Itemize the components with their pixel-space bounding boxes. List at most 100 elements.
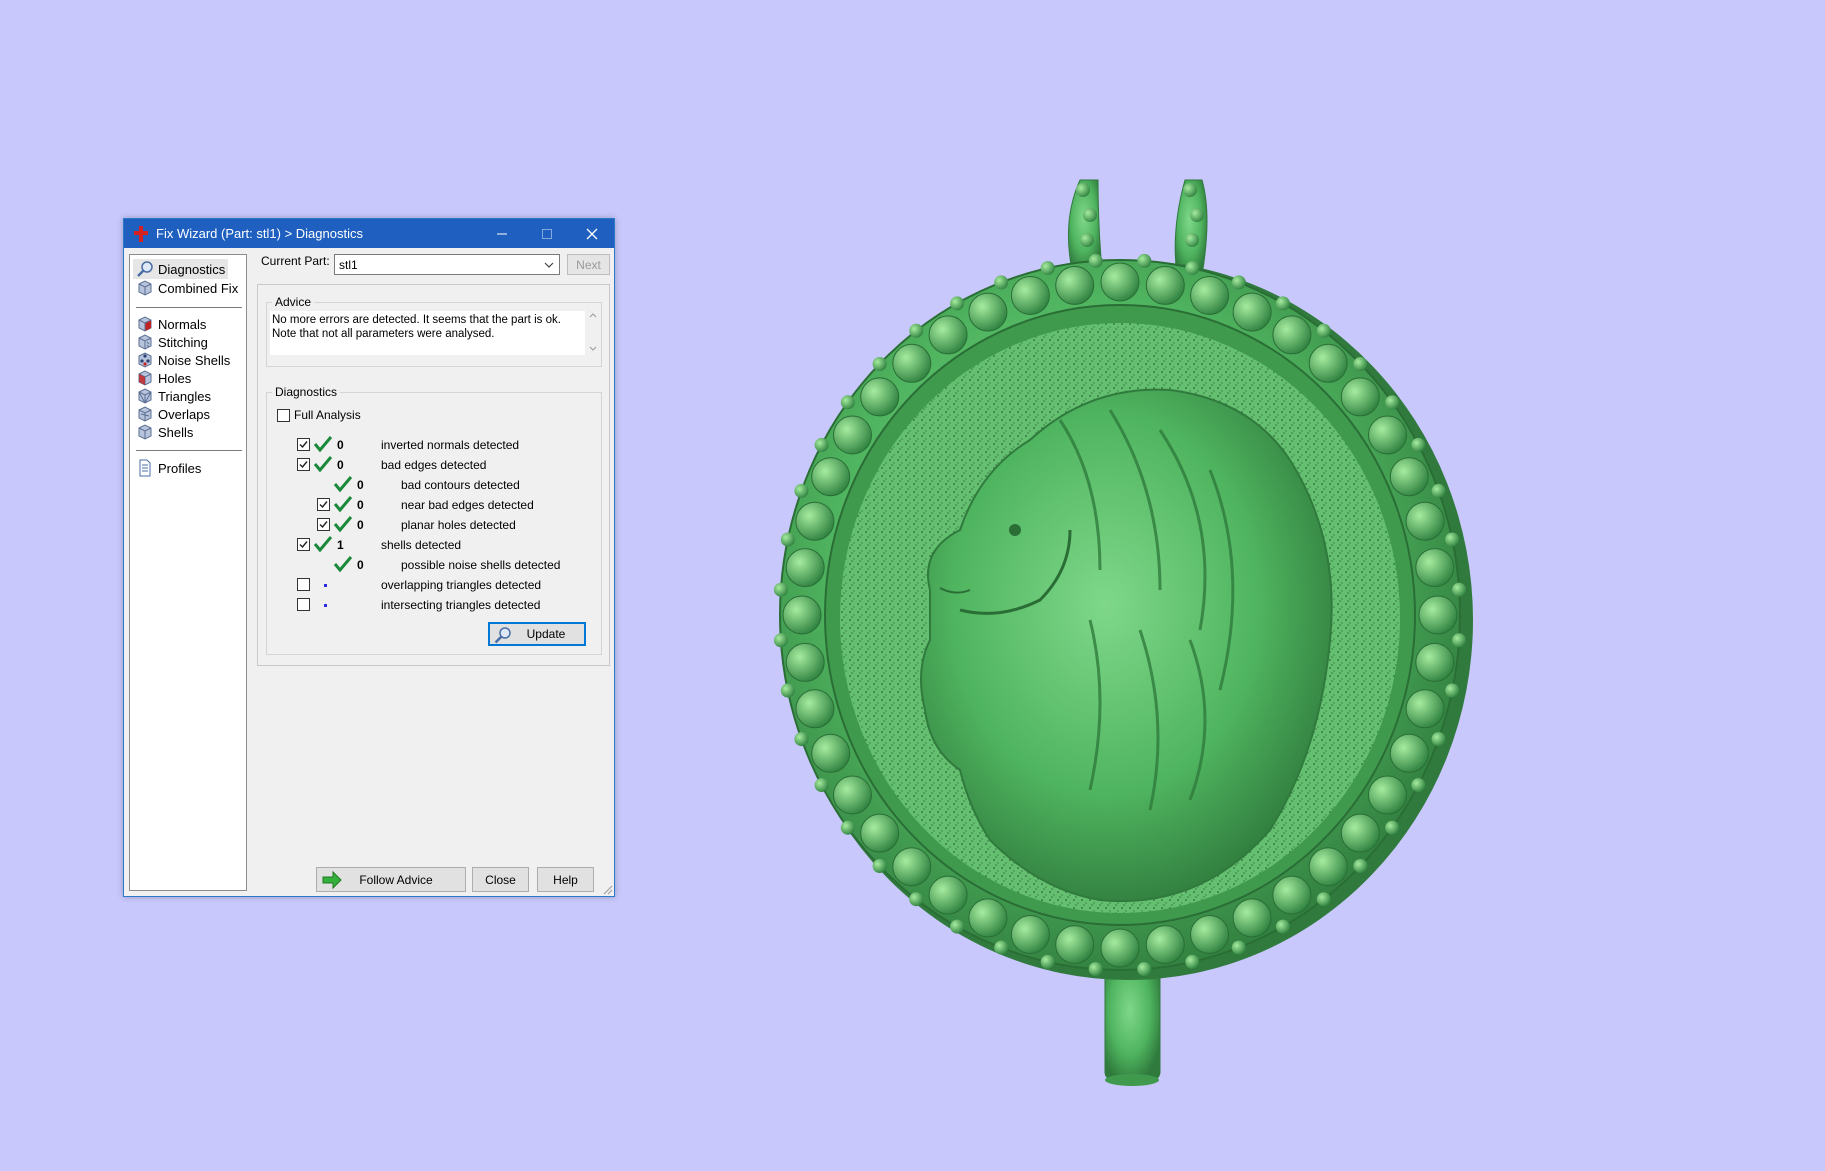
rim-bead xyxy=(811,733,851,773)
chevron-down-icon xyxy=(544,262,554,268)
maximize-button[interactable] xyxy=(524,219,569,248)
small-bead xyxy=(780,683,795,698)
small-bead xyxy=(814,778,829,793)
small-bead xyxy=(994,275,1009,290)
pendant-3d-model[interactable] xyxy=(760,170,1480,1105)
small-bead xyxy=(1040,261,1055,276)
rim-bead xyxy=(833,775,872,815)
bad-contours-count: 0 xyxy=(357,478,364,492)
nav-item-shells[interactable]: Shells xyxy=(133,422,196,442)
rim-bead xyxy=(860,813,900,853)
small-bead xyxy=(1137,962,1152,977)
bad-edges-label: bad edges detected xyxy=(381,458,487,472)
nav-item-profiles[interactable]: Profiles xyxy=(133,458,204,478)
nav-label: Normals xyxy=(158,316,207,332)
rim-bead xyxy=(782,595,822,635)
resize-grip-icon[interactable] xyxy=(601,883,613,895)
rim-bead xyxy=(1368,415,1407,455)
nav-item-overlaps[interactable]: Overlaps xyxy=(133,404,213,424)
app-logo-icon xyxy=(134,225,148,242)
shells-checkbox[interactable] xyxy=(297,538,310,551)
next-button[interactable]: Next xyxy=(567,254,610,275)
shells-cube-icon xyxy=(138,424,152,440)
nav-item-noise-shells[interactable]: Noise Shells xyxy=(133,350,233,370)
rim-bead xyxy=(1055,265,1095,305)
small-bead xyxy=(1445,683,1460,698)
bad-edges-checkbox[interactable] xyxy=(297,458,310,471)
title-bar[interactable]: Fix Wizard (Part: stl1) > Diagnostics xyxy=(124,219,614,248)
nav-item-stitching[interactable]: Stitching xyxy=(133,332,211,352)
small-bead xyxy=(773,582,788,597)
ok-check-icon xyxy=(313,456,333,473)
nav-item-triangles[interactable]: Triangles xyxy=(133,386,214,406)
small-bead xyxy=(1452,582,1467,597)
follow-advice-button[interactable]: Follow Advice xyxy=(316,867,466,892)
nav-label: Holes xyxy=(158,370,192,386)
noise-shells-count: 0 xyxy=(357,558,364,572)
full-analysis-checkbox[interactable] xyxy=(277,409,290,422)
rim-bead xyxy=(1010,915,1050,954)
nav-item-combined-fix[interactable]: Combined Fix xyxy=(133,278,241,298)
rim-bead xyxy=(1340,813,1380,853)
near-bad-edges-checkbox[interactable] xyxy=(317,498,330,511)
magnifier-icon xyxy=(137,261,153,277)
overlapping-triangles-label: overlapping triangles detected xyxy=(381,578,542,592)
inverted-normals-label: inverted normals detected xyxy=(381,438,520,452)
small-bead xyxy=(1088,253,1103,268)
cube-icon xyxy=(138,280,152,296)
nav-item-normals[interactable]: Normals xyxy=(133,314,209,334)
small-bead xyxy=(872,357,887,371)
close-button[interactable]: Close xyxy=(472,867,529,892)
nav-label: Stitching xyxy=(158,334,208,350)
rim-bead xyxy=(1100,262,1140,302)
advice-line-1: No more errors are detected. It seems th… xyxy=(272,314,561,326)
nav-item-diagnostics[interactable]: Diagnostics xyxy=(133,259,229,279)
advice-scrollbar[interactable] xyxy=(587,311,599,353)
rim-bead xyxy=(1232,898,1272,938)
small-bead xyxy=(1040,954,1055,969)
small-bead xyxy=(840,395,855,410)
diagnostics-legend: Diagnostics xyxy=(275,385,338,399)
rim-bead xyxy=(1405,689,1445,729)
small-bead xyxy=(1431,732,1446,747)
small-bead xyxy=(1452,633,1467,648)
stitching-cube-icon xyxy=(138,334,152,350)
rim-bead xyxy=(1232,292,1272,332)
small-bead xyxy=(794,483,809,498)
planar-holes-checkbox[interactable] xyxy=(317,518,330,531)
close-window-button[interactable] xyxy=(569,219,614,248)
nav-label: Combined Fix xyxy=(158,280,239,296)
inverted-normals-checkbox[interactable] xyxy=(297,438,310,451)
rim-bead xyxy=(968,898,1008,938)
update-button[interactable]: Update xyxy=(488,622,586,646)
planar-holes-count: 0 xyxy=(357,518,364,532)
rim-bead xyxy=(1405,501,1445,541)
small-bead xyxy=(909,892,924,907)
rim-bead xyxy=(1055,925,1095,965)
advice-line-2: Note that not all parameters were analys… xyxy=(272,328,495,340)
nav-separator xyxy=(136,307,242,308)
current-part-label: Current Part: xyxy=(261,254,330,268)
small-bead xyxy=(1445,532,1460,547)
help-button[interactable]: Help xyxy=(537,867,594,892)
overlapping-triangles-checkbox[interactable] xyxy=(297,578,310,591)
nav-label: Overlaps xyxy=(158,406,211,422)
small-bead xyxy=(780,532,795,547)
rim-bead xyxy=(968,292,1008,332)
small-bead xyxy=(1275,919,1290,934)
small-bead xyxy=(950,296,965,311)
small-bead xyxy=(1353,357,1368,371)
nav-label: Diagnostics xyxy=(158,261,226,277)
current-part-value: stl1 xyxy=(339,257,358,272)
not-analysed-dot xyxy=(324,584,327,587)
intersecting-triangles-checkbox[interactable] xyxy=(297,598,310,611)
nav-item-holes[interactable]: Holes xyxy=(133,368,194,388)
small-bead xyxy=(1385,395,1400,410)
small-bead xyxy=(872,859,887,873)
current-part-select[interactable]: stl1 xyxy=(334,254,560,275)
triangles-cube-icon xyxy=(138,388,152,404)
small-bead xyxy=(1385,820,1400,835)
rim-bead xyxy=(1340,377,1380,417)
small-bead xyxy=(1231,275,1246,290)
minimize-button[interactable] xyxy=(479,219,524,248)
